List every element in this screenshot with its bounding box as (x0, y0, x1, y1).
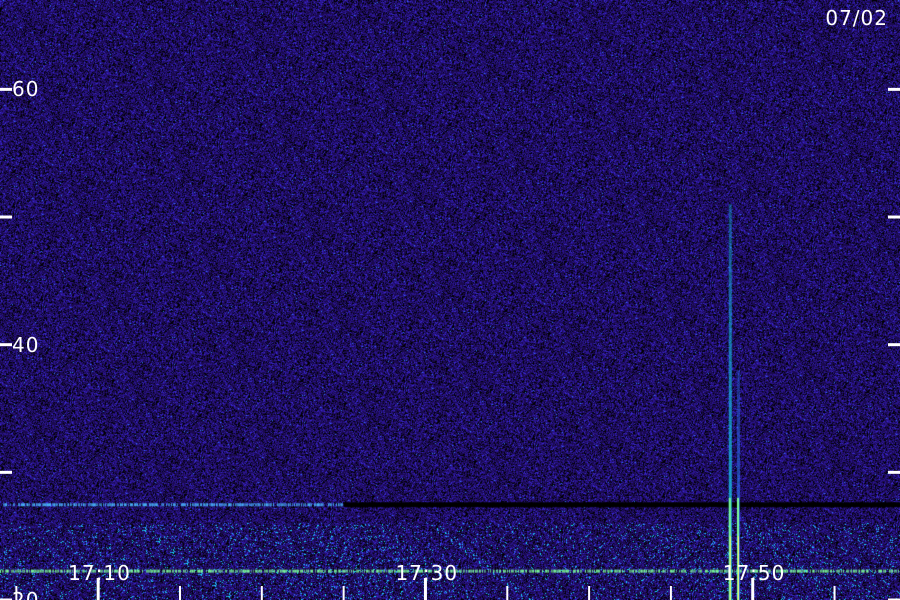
x-tick-label: 17:30 (395, 561, 459, 585)
y-tick-label: 60 (12, 77, 40, 102)
x-tick-label: 17:10 (68, 561, 131, 585)
date-label: 07/02 (825, 6, 888, 30)
y-tick-label: 40 (12, 332, 40, 357)
spectrogram-chart: 60 40 20 17:10 17:30 17:50 07/02 (0, 0, 900, 600)
axis-ticks-layer (0, 87, 900, 600)
x-tick-label: 17:50 (722, 561, 786, 585)
y-tick-label: 20 (12, 588, 40, 600)
